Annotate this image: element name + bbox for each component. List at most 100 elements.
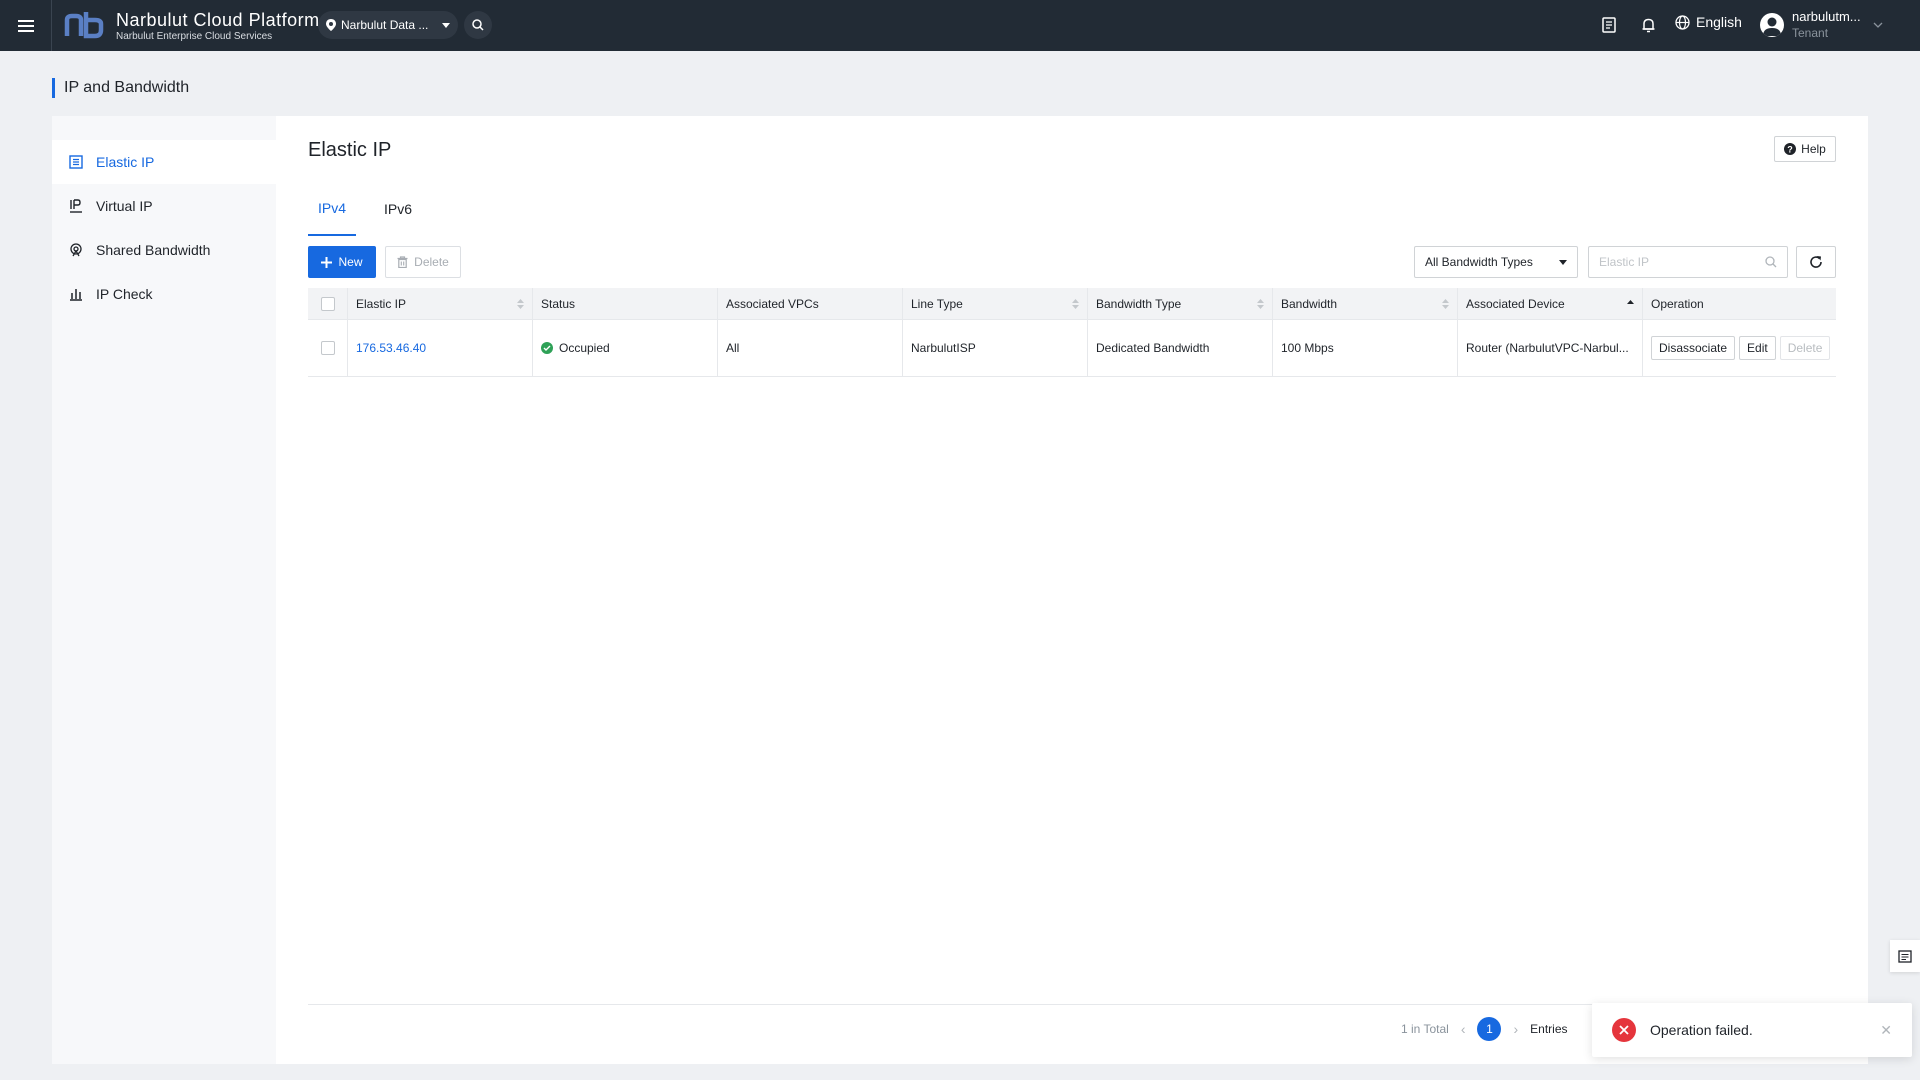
sort-icon[interactable] (1442, 298, 1449, 309)
sort-icon[interactable] (1072, 298, 1079, 309)
row-checkbox[interactable] (320, 341, 335, 355)
sidebar: Elastic IP Virtual IP Shared Bandwidth I… (52, 116, 276, 1064)
language-selector[interactable]: English (1675, 14, 1742, 30)
tabs: IPv4 IPv6 (308, 182, 440, 236)
disassociate-button[interactable]: Disassociate (1651, 336, 1736, 360)
bar-chart-icon (68, 286, 84, 302)
delete-button-label: Delete (414, 255, 449, 269)
header-select-all (308, 288, 348, 319)
search-input[interactable] (1599, 255, 1765, 269)
page-number[interactable]: 1 (1477, 1017, 1502, 1041)
toast-message: Operation failed. (1650, 1022, 1753, 1038)
error-toast: Operation failed. ✕ (1592, 1003, 1912, 1057)
search-box (1588, 246, 1788, 278)
elastic-ip-link[interactable]: 176.53.46.40 (356, 341, 426, 355)
header-label: Operation (1651, 296, 1704, 311)
refresh-button[interactable] (1796, 246, 1836, 278)
header-elastic-ip[interactable]: Elastic IP (348, 288, 533, 319)
sidebar-item-virtual-ip[interactable]: Virtual IP (52, 184, 276, 228)
row-select (308, 320, 348, 376)
cell-elastic-ip: 176.53.46.40 (348, 320, 533, 376)
check-circle-icon (541, 342, 553, 354)
next-page-icon[interactable]: › (1513, 1021, 1518, 1037)
cell-status: Occupied (533, 320, 718, 376)
feedback-icon[interactable] (1890, 940, 1920, 972)
location-pin-icon (326, 19, 336, 31)
header-associated-device[interactable]: Associated Device (1458, 288, 1643, 319)
sidebar-item-shared-bandwidth[interactable]: Shared Bandwidth (52, 228, 276, 272)
list-icon (68, 154, 84, 170)
svg-text:?: ? (1787, 145, 1793, 155)
sidebar-item-elastic-ip[interactable]: Elastic IP (52, 140, 276, 184)
cell-bandwidth: 100 Mbps (1273, 320, 1458, 376)
row-delete-button[interactable]: Delete (1779, 336, 1831, 360)
header-bandwidth[interactable]: Bandwidth (1273, 288, 1458, 319)
pagination: 1 in Total ‹ 1 › Entries (1401, 1016, 1568, 1042)
chevron-down-icon (1873, 22, 1883, 28)
select-all-checkbox[interactable] (320, 296, 335, 311)
header-operation: Operation (1643, 288, 1836, 319)
brand-subtitle: Narbulut Enterprise Cloud Services (116, 31, 273, 42)
plus-icon (321, 256, 333, 268)
cell-line-type: NarbulutISP (903, 320, 1088, 376)
notification-bell-icon[interactable] (1637, 14, 1659, 36)
caret-down-icon (442, 22, 450, 28)
region-selector[interactable]: Narbulut Data ... (318, 11, 458, 39)
cell-associated-vpcs: All (718, 320, 903, 376)
prev-page-icon[interactable]: ‹ (1461, 1021, 1466, 1037)
section-heading: Elastic IP (308, 139, 392, 161)
new-button[interactable]: New (308, 246, 376, 278)
status-text: Occupied (559, 341, 610, 355)
sidebar-item-label: Elastic IP (96, 154, 155, 170)
new-button-label: New (338, 255, 363, 269)
sidebar-item-label: Virtual IP (96, 198, 153, 214)
trash-icon (397, 256, 408, 268)
question-circle-icon: ? (1784, 143, 1797, 155)
bandwidth-icon (68, 242, 84, 258)
close-icon[interactable]: ✕ (1880, 1022, 1892, 1039)
top-bar: Narbulut Cloud Platform Narbulut Enterpr… (0, 0, 1920, 51)
language-label: English (1696, 14, 1742, 30)
cell-associated-device: Router (NarbulutVPC-Narbul... (1458, 320, 1643, 376)
tab-ipv4[interactable]: IPv4 (308, 182, 357, 236)
region-label: Narbulut Data ... (341, 18, 429, 32)
ip-icon (68, 198, 84, 214)
page-title: IP and Bandwidth (52, 78, 189, 98)
bandwidth-type-select[interactable]: All Bandwidth Types (1414, 246, 1578, 278)
sort-icon[interactable] (517, 298, 524, 309)
delete-button[interactable]: Delete (385, 246, 461, 278)
edit-button[interactable]: Edit (1739, 336, 1776, 360)
error-circle-icon (1612, 1018, 1636, 1042)
sidebar-item-ip-check[interactable]: IP Check (52, 272, 276, 316)
device-text: Router (NarbulutVPC-Narbul... (1466, 341, 1629, 355)
brand: Narbulut Cloud Platform Narbulut Enterpr… (116, 10, 320, 43)
header-label: Associated Device (1466, 296, 1565, 311)
search-icon[interactable] (1765, 256, 1777, 268)
help-button[interactable]: ? Help (1774, 136, 1836, 162)
header-associated-vpcs: Associated VPCs (718, 288, 903, 319)
orders-icon[interactable] (1598, 14, 1620, 36)
help-label: Help (1801, 142, 1826, 156)
narbulut-logo[interactable] (64, 10, 104, 40)
main-panel: Elastic IP ? Help IPv4 IPv6 New Delete A… (276, 116, 1868, 1064)
elastic-ip-table: Elastic IP Status Associated VPCs Line T… (308, 288, 1836, 377)
global-search-icon[interactable] (464, 11, 492, 39)
header-label: Line Type (911, 296, 963, 311)
entries-label[interactable]: Entries (1530, 1022, 1567, 1036)
header-bandwidth-type[interactable]: Bandwidth Type (1088, 288, 1273, 319)
user-menu[interactable]: narbulutm... Tenant (1760, 9, 1883, 41)
table-row: 176.53.46.40 Occupied All NarbulutISP De… (308, 320, 1836, 377)
sort-ascending-icon[interactable] (1627, 299, 1634, 309)
header-line-type[interactable]: Line Type (903, 288, 1088, 319)
total-count: 1 in Total (1401, 1022, 1449, 1036)
header-label: Bandwidth Type (1096, 296, 1182, 311)
caret-down-icon (1559, 259, 1567, 265)
bandwidth-type-value: All Bandwidth Types (1425, 255, 1533, 269)
sort-icon[interactable] (1257, 298, 1264, 309)
user-name: narbulutm... (1792, 9, 1861, 24)
tab-ipv6[interactable]: IPv6 (374, 182, 422, 236)
header-label: Associated VPCs (726, 296, 819, 311)
user-role: Tenant (1792, 26, 1829, 40)
hamburger-menu-icon[interactable] (0, 0, 52, 51)
cell-bandwidth-type: Dedicated Bandwidth (1088, 320, 1273, 376)
